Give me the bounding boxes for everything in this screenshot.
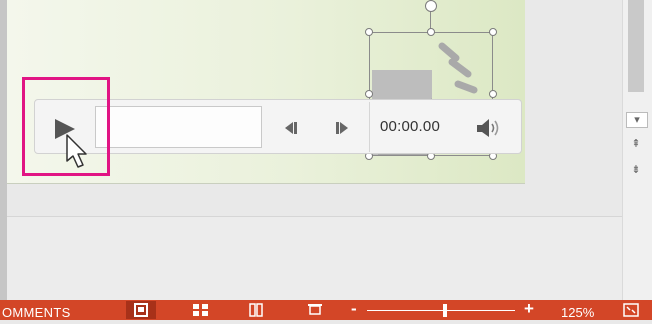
normal-view-icon[interactable] (126, 301, 156, 319)
zoom-slider-track[interactable] (367, 310, 515, 311)
chevron-down-icon[interactable]: ▾ (626, 112, 648, 128)
slide-show-icon[interactable] (300, 301, 330, 319)
vertical-scrollbar[interactable]: ▾ ⇞ ⇟ (622, 0, 652, 300)
double-chevron-down-icon[interactable]: ⇟ (626, 162, 646, 178)
double-chevron-up-icon[interactable]: ⇞ (626, 136, 646, 152)
reading-view-icon[interactable] (241, 301, 271, 319)
resize-handle-top[interactable] (427, 28, 435, 36)
resize-handle-left[interactable] (365, 90, 373, 98)
resize-handle-top-right[interactable] (489, 28, 497, 36)
zoom-in-button[interactable]: + (524, 300, 534, 318)
zoom-slider-thumb[interactable] (443, 304, 448, 317)
playback-time: 00:00.00 (380, 118, 440, 135)
resize-handle-right[interactable] (489, 90, 497, 98)
resize-handle-top-left[interactable] (365, 28, 373, 36)
skip-back-icon[interactable] (278, 115, 304, 141)
slide-sorter-icon[interactable] (186, 301, 216, 319)
rotation-handle[interactable] (425, 0, 437, 12)
skip-forward-icon[interactable] (329, 115, 355, 141)
status-bar: OMMENTS - + 125% (0, 300, 652, 320)
mouse-pointer-icon (66, 134, 87, 168)
time-separator (369, 102, 370, 152)
zoom-out-button[interactable]: - (351, 300, 357, 317)
playback-progress-track[interactable] (95, 106, 262, 148)
window-left-edge (0, 0, 7, 300)
zoom-level[interactable]: 125% (561, 305, 594, 320)
volume-icon[interactable] (475, 116, 501, 140)
comments-button[interactable]: OMMENTS (2, 305, 71, 320)
scrollbar-thumb[interactable] (628, 0, 644, 92)
fit-to-window-icon[interactable] (621, 301, 641, 319)
notes-area[interactable] (7, 217, 622, 300)
